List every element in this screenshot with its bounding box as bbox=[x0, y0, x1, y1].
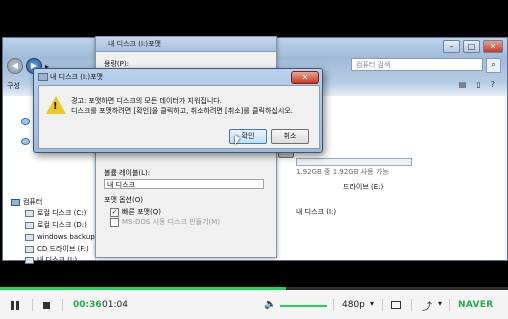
drive-icon bbox=[25, 210, 34, 217]
back-icon[interactable]: ◀ bbox=[7, 58, 23, 74]
nav-item-favorites[interactable] bbox=[21, 116, 30, 127]
warning-body: ! 경고: 포맷하면 디스크의 모든 데이터가 지워집니다. 디스크를 포맷하려… bbox=[38, 85, 320, 149]
divider bbox=[411, 299, 412, 311]
checkmark-icon: ✓ bbox=[110, 207, 119, 217]
share-icon[interactable]: ⤴ bbox=[422, 298, 432, 313]
mouse-cursor-icon bbox=[235, 135, 240, 145]
window-controls: – □ ✕ bbox=[443, 40, 503, 53]
exclamation-icon: ! bbox=[53, 101, 58, 112]
divider bbox=[382, 299, 383, 311]
view-options-icon[interactable]: ▤ bbox=[459, 80, 467, 89]
checkbox-icon bbox=[110, 217, 119, 227]
divider bbox=[32, 299, 33, 311]
total-time: 01:04 bbox=[102, 300, 128, 310]
divider bbox=[62, 299, 63, 311]
stop-icon[interactable] bbox=[43, 302, 50, 309]
widescreen-icon[interactable] bbox=[391, 301, 401, 309]
nav-item-windows-backup[interactable]: windows backup bbox=[25, 232, 95, 243]
volume-icon[interactable]: 🔈 bbox=[264, 299, 276, 310]
format-options-label: 포맷 옵션(O) bbox=[104, 196, 143, 204]
volume-label-input[interactable]: 내 디스크 bbox=[104, 179, 264, 189]
naver-logo[interactable]: NAVER bbox=[458, 300, 493, 310]
share-chevron-icon[interactable]: ▾ bbox=[438, 299, 442, 308]
volume-slider[interactable] bbox=[280, 305, 327, 307]
volume-label-label: 볼륨 레이블(L): bbox=[104, 169, 151, 177]
nav-item-cd-drive[interactable]: CD 드라이브 (F:) bbox=[25, 244, 89, 255]
cd-drive-icon bbox=[25, 246, 34, 253]
divider bbox=[449, 299, 450, 311]
quality-chevron-icon[interactable]: ▾ bbox=[370, 299, 374, 308]
warning-message-line2: 디스크를 포맷하려면 [확인]을 클릭하고, 취소하려면 [취소]를 클릭하십시… bbox=[71, 107, 293, 115]
favorites-icon bbox=[21, 118, 30, 125]
cancel-button[interactable]: 취소 bbox=[271, 129, 309, 144]
search-icon[interactable]: ⌕ bbox=[486, 58, 501, 73]
organize-menu[interactable]: 구성 bbox=[7, 81, 20, 91]
search-input[interactable]: 컴퓨터 검색 bbox=[351, 58, 483, 71]
dialog-close-button[interactable]: ✕ bbox=[291, 71, 319, 84]
current-time: 00:36 bbox=[73, 300, 102, 310]
quality-selector[interactable]: 480p bbox=[342, 300, 365, 310]
libraries-icon bbox=[21, 138, 30, 145]
computer-icon bbox=[11, 199, 20, 206]
video-frame[interactable]: – □ ✕ ◀ ▶ ▸ 컴퓨터 검색 ⌕ 구성 ▤ ▯ ? 컴퓨터 로컬 디스크… bbox=[0, 0, 508, 287]
format-dialog-title: 내 디스크 (I:)포맷 bbox=[96, 37, 276, 52]
drive-icon bbox=[25, 257, 34, 264]
warning-message: 경고: 포맷하면 디스크의 모든 데이터가 지워집니다. 디스크를 포맷하려면 … bbox=[71, 96, 293, 116]
minimize-button[interactable]: – bbox=[443, 40, 460, 53]
drive-icon bbox=[25, 222, 34, 229]
player-controls: 00:36 01:04 🔈 480p ▾ ⤴ ▾ NAVER bbox=[0, 290, 508, 319]
help-icon[interactable]: ? bbox=[491, 80, 495, 89]
nav-item-drive-i[interactable]: 내 디스크 (I:) bbox=[25, 255, 77, 266]
pause-icon[interactable] bbox=[11, 301, 20, 310]
drive-i-name[interactable]: 내 디스크 (I:) bbox=[296, 207, 336, 217]
close-button[interactable]: ✕ bbox=[483, 40, 503, 53]
drive-e-label[interactable]: 드라이브 (E:) bbox=[343, 182, 383, 192]
toolbar-icons: ▤ ▯ ? bbox=[459, 80, 495, 89]
maximize-button[interactable]: □ bbox=[463, 40, 480, 53]
nav-item-computer[interactable]: 컴퓨터 bbox=[11, 197, 42, 208]
nav-item-drive-c[interactable]: 로컬 디스크 (C:) bbox=[25, 208, 86, 219]
drive-i-space: 1.92GB 중 1.92GB 사용 가능 bbox=[296, 168, 389, 176]
nav-item-libraries[interactable] bbox=[21, 136, 30, 147]
drive-icon bbox=[38, 73, 48, 81]
divider bbox=[333, 299, 334, 311]
quick-format-checkbox[interactable]: ✓ 빠른 포맷(Q) bbox=[110, 207, 161, 217]
warning-dialog: 내 디스크 (I:)포맷 ✕ ! 경고: 포맷하면 디스크의 모든 데이터가 지… bbox=[33, 68, 323, 153]
drive-icon bbox=[25, 234, 34, 241]
nav-item-drive-d[interactable]: 로컬 디스크 (D:) bbox=[25, 220, 87, 231]
preview-pane-icon[interactable]: ▯ bbox=[476, 80, 480, 89]
drive-i-usage-bar bbox=[296, 158, 412, 166]
warning-message-line1: 경고: 포맷하면 디스크의 모든 데이터가 지워집니다. bbox=[71, 97, 222, 105]
volume-slider-fill bbox=[280, 305, 327, 307]
msdos-boot-checkbox[interactable]: MS-DOS 시동 디스크 만들기(M) bbox=[110, 217, 220, 227]
warning-dialog-title: 내 디스크 (I:)포맷 bbox=[50, 73, 103, 81]
